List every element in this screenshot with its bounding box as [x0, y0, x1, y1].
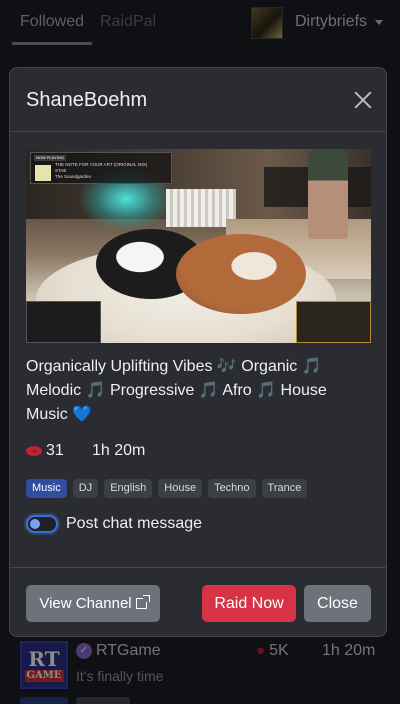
- view-channel-label: View Channel: [39, 595, 132, 612]
- modal-footer: View Channel Raid Now Close: [10, 567, 386, 636]
- external-link-icon: [135, 595, 150, 609]
- tag[interactable]: DJ: [72, 479, 99, 498]
- stream-uptime: 1h 20m: [92, 442, 146, 459]
- thumbnail-dog: [176, 234, 306, 314]
- toggle-knob: [30, 519, 40, 529]
- thumbnail-camera-left: [26, 301, 101, 343]
- modal-title: ShaneBoehm: [26, 89, 148, 111]
- tag[interactable]: Techno: [208, 479, 256, 498]
- track-label: The Soundgarden: [55, 174, 92, 179]
- tag[interactable]: House: [158, 479, 203, 498]
- stream-thumbnail[interactable]: NOW PLAYING THE NOTE FOR YOUR ART (ORIGI…: [26, 149, 371, 343]
- tag[interactable]: Trance: [261, 479, 308, 498]
- now-playing-overlay: NOW PLAYING THE NOTE FOR YOUR ART (ORIGI…: [30, 152, 172, 184]
- view-channel-button[interactable]: View Channel: [26, 585, 160, 622]
- tag-list: Music DJ English House Techno Trance: [26, 479, 308, 498]
- modal-header: ShaneBoehm: [10, 68, 386, 132]
- raid-now-button[interactable]: Raid Now: [202, 585, 296, 622]
- thumbnail-person: [308, 149, 348, 239]
- now-playing-tag: NOW PLAYING: [34, 155, 66, 161]
- now-playing-text: THE NOTE FOR YOUR ART (ORIGINAL MIX) STA…: [55, 162, 170, 180]
- tag[interactable]: Music: [26, 479, 67, 498]
- close-icon[interactable]: [349, 86, 377, 114]
- viewer-count: 31: [46, 442, 64, 459]
- album-cover: [35, 165, 51, 181]
- thumbnail-camera-right: [296, 301, 371, 343]
- tag[interactable]: English: [104, 479, 153, 498]
- post-chat-toggle[interactable]: [26, 515, 58, 533]
- raid-modal: ShaneBoehm NOW PLAYING THE NOTE FOR YOUR…: [9, 67, 387, 637]
- close-button[interactable]: Close: [304, 585, 371, 622]
- stream-description: Organically Uplifting Vibes 🎶 Organic 🎵 …: [26, 358, 327, 423]
- post-chat-label: Post chat message: [66, 515, 203, 532]
- eye-icon: [26, 446, 42, 456]
